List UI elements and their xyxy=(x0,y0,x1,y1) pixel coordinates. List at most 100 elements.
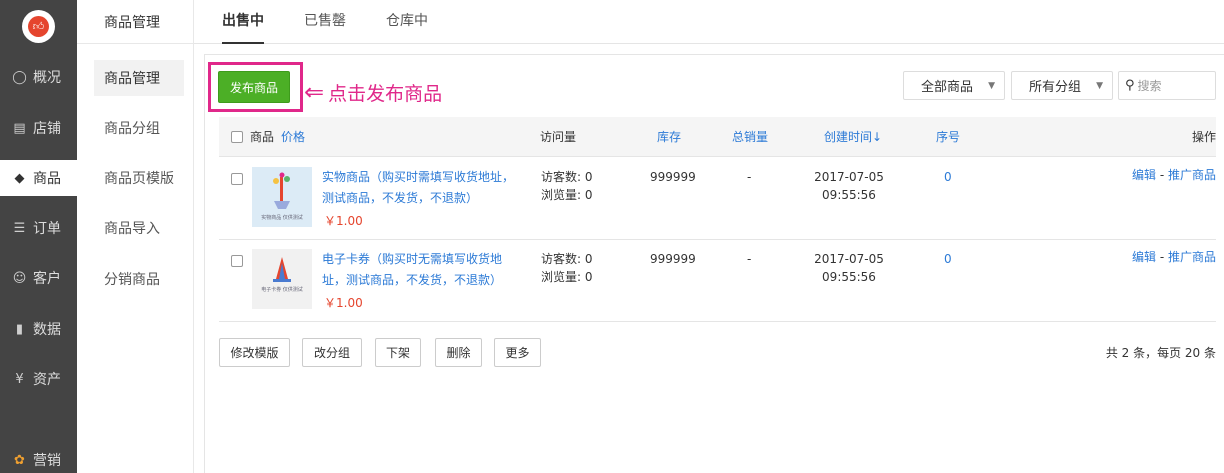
overview-icon: ◯ xyxy=(12,69,27,85)
created-time: 09:55:56 xyxy=(822,188,876,202)
tab-bar: 出售中 已售罄 仓库中 xyxy=(194,0,1224,44)
search-icon: ⚲ xyxy=(1125,78,1135,93)
subnav-item-product-groups[interactable]: 商品分组 xyxy=(94,110,184,146)
tab-warehouse[interactable]: 仓库中 xyxy=(386,0,428,44)
caret-down-icon: ▼ xyxy=(1096,81,1103,91)
product-price: ￥1.00 xyxy=(324,296,363,310)
subnav-item-page-templates[interactable]: 商品页模版 xyxy=(94,160,184,196)
product-name-link[interactable]: 实物商品（购买时需填写收货地址，测试商品，不发货，不退款） xyxy=(322,167,522,209)
header-ops: 操作 xyxy=(1191,130,1216,144)
delist-button[interactable]: 下架 xyxy=(375,338,421,367)
edit-link[interactable]: 编辑 xyxy=(1132,250,1156,264)
row-checkbox[interactable] xyxy=(231,173,243,185)
sales-value: - xyxy=(747,170,752,184)
marketing-icon: ✿ xyxy=(14,452,25,468)
separator: - xyxy=(1156,168,1168,182)
store-icon: ▤ xyxy=(13,120,26,136)
product-price: ￥1.00 xyxy=(324,214,363,228)
more-button[interactable]: 更多 xyxy=(494,338,541,367)
sidebar-item-data[interactable]: ▮ 数据 xyxy=(0,311,77,347)
sales-value: - xyxy=(747,252,752,266)
delete-button[interactable]: 删除 xyxy=(435,338,482,367)
sidebar-item-marketing[interactable]: ✿ 营销 xyxy=(0,442,77,473)
logo[interactable]: 👍︎ xyxy=(22,10,55,43)
stock-value: 999999 xyxy=(650,170,696,184)
group-filter-select[interactable]: 所有分组 ▼ xyxy=(1011,71,1113,100)
row-actions: 编辑 - 推广商品 xyxy=(1132,248,1216,265)
arrow-left-icon: ⇐ xyxy=(304,78,325,106)
header-stock[interactable]: 库存 xyxy=(657,117,681,157)
stock-value: 999999 xyxy=(650,252,696,266)
visitors-count: 访客数: 0 xyxy=(541,252,593,266)
change-group-button[interactable]: 改分组 xyxy=(302,338,362,367)
views-count: 浏览量: 0 xyxy=(541,188,593,202)
visitors-count: 访客数: 0 xyxy=(541,170,593,184)
sidebar-item-store[interactable]: ▤ 店铺 xyxy=(0,110,77,146)
sidebar-item-label: 资产 xyxy=(33,372,61,388)
header-price[interactable]: 价格 xyxy=(281,117,305,157)
row-actions: 编辑 - 推广商品 xyxy=(1132,166,1216,183)
thumbnail-caption: 电子卡券 仅供测试 xyxy=(261,287,303,293)
sidebar-item-label: 店铺 xyxy=(33,121,61,137)
search-placeholder: 搜索 xyxy=(1137,79,1162,93)
promote-link[interactable]: 推广商品 xyxy=(1168,250,1216,264)
select-all-checkbox[interactable] xyxy=(231,131,243,143)
created-date: 2017-07-05 xyxy=(814,252,884,266)
secondary-sidebar: 商品管理 商品管理 商品分组 商品页模版 商品导入 分销商品 xyxy=(77,0,194,473)
sidebar-item-label: 订单 xyxy=(33,221,61,237)
subnav-item-distribution[interactable]: 分销商品 xyxy=(94,261,184,297)
publish-product-button[interactable]: 发布商品 xyxy=(218,71,290,103)
tag-icon: ◆ xyxy=(14,170,25,186)
customer-icon: ☺ xyxy=(12,270,27,286)
app-root: 👍︎ ◯ 概况 ▤ 店铺 ◆ 商品 ☰ 订单 ☺ 客户 ▮ 数据 ¥ 资产 ✿ 营销 商品管理 … xyxy=(0,0,1224,473)
subnav-item-product-import[interactable]: 商品导入 xyxy=(94,210,184,246)
subnav-title: 商品管理 xyxy=(77,0,194,44)
edit-link[interactable]: 编辑 xyxy=(1132,168,1156,182)
thumbs-up-icon: 👍︎ xyxy=(28,16,49,37)
sidebar-item-label: 营销 xyxy=(33,453,61,469)
search-input[interactable]: ⚲ 搜索 xyxy=(1118,71,1216,100)
header-sales[interactable]: 总销量 xyxy=(732,117,768,157)
sidebar-item-assets[interactable]: ¥ 资产 xyxy=(0,361,77,397)
tab-sold-out[interactable]: 已售罄 xyxy=(304,0,346,44)
seq-value[interactable]: 0 xyxy=(944,250,952,268)
product-filter-select[interactable]: 全部商品 ▼ xyxy=(903,71,1005,100)
group-filter-value: 所有分组 xyxy=(1029,80,1082,95)
header-visits: 访问量 xyxy=(540,130,577,144)
product-thumbnail[interactable]: 电子卡券 仅供测试 xyxy=(252,249,312,309)
product-image xyxy=(252,249,312,309)
row-checkbox[interactable] xyxy=(231,255,243,267)
created-date: 2017-07-05 xyxy=(814,170,884,184)
sidebar-item-customers[interactable]: ☺ 客户 xyxy=(0,260,77,296)
separator: - xyxy=(1156,250,1168,264)
yen-icon: ¥ xyxy=(15,371,24,387)
sidebar-item-overview[interactable]: ◯ 概况 xyxy=(0,59,77,95)
caret-down-icon: ▼ xyxy=(988,81,995,91)
promote-link[interactable]: 推广商品 xyxy=(1168,168,1216,182)
product-name-link[interactable]: 电子卡券（购买时无需填写收货地址，测试商品，不发货，不退款） xyxy=(322,249,522,291)
views-count: 浏览量: 0 xyxy=(541,270,593,284)
chart-icon: ▮ xyxy=(15,321,24,337)
table-row: 实物商品 仅供测试 实物商品（购买时需填写收货地址，测试商品，不发货，不退款） … xyxy=(219,158,1216,240)
table-header: 商品 价格 访问量 库存 总销量 创建时间↓ 序号 操作 xyxy=(219,117,1216,157)
tab-on-sale[interactable]: 出售中 xyxy=(222,0,264,44)
order-icon: ☰ xyxy=(13,220,26,236)
annotation: ⇐ 点击发布商品 xyxy=(304,78,442,106)
subnav-item-product-management[interactable]: 商品管理 xyxy=(94,60,184,96)
created-time: 09:55:56 xyxy=(822,270,876,284)
modify-template-button[interactable]: 修改模版 xyxy=(219,338,290,367)
product-filter-value: 全部商品 xyxy=(921,80,974,95)
product-thumbnail[interactable]: 实物商品 仅供测试 xyxy=(252,167,312,227)
sidebar-item-label: 概况 xyxy=(33,70,61,86)
seq-value[interactable]: 0 xyxy=(944,168,952,186)
sidebar-item-label: 数据 xyxy=(33,322,61,338)
sidebar-item-orders[interactable]: ☰ 订单 xyxy=(0,210,77,246)
sidebar-item-label: 客户 xyxy=(33,271,61,287)
pagination-summary: 共 2 条，每页 20 条 xyxy=(1105,346,1216,360)
sidebar-item-label: 商品 xyxy=(33,171,61,187)
header-product: 商品 xyxy=(250,130,275,144)
sidebar-item-products[interactable]: ◆ 商品 xyxy=(0,160,77,196)
header-seq[interactable]: 序号 xyxy=(936,117,960,157)
primary-sidebar: 👍︎ ◯ 概况 ▤ 店铺 ◆ 商品 ☰ 订单 ☺ 客户 ▮ 数据 ¥ 资产 ✿ 营销 xyxy=(0,0,77,473)
header-created[interactable]: 创建时间↓ xyxy=(824,117,882,157)
